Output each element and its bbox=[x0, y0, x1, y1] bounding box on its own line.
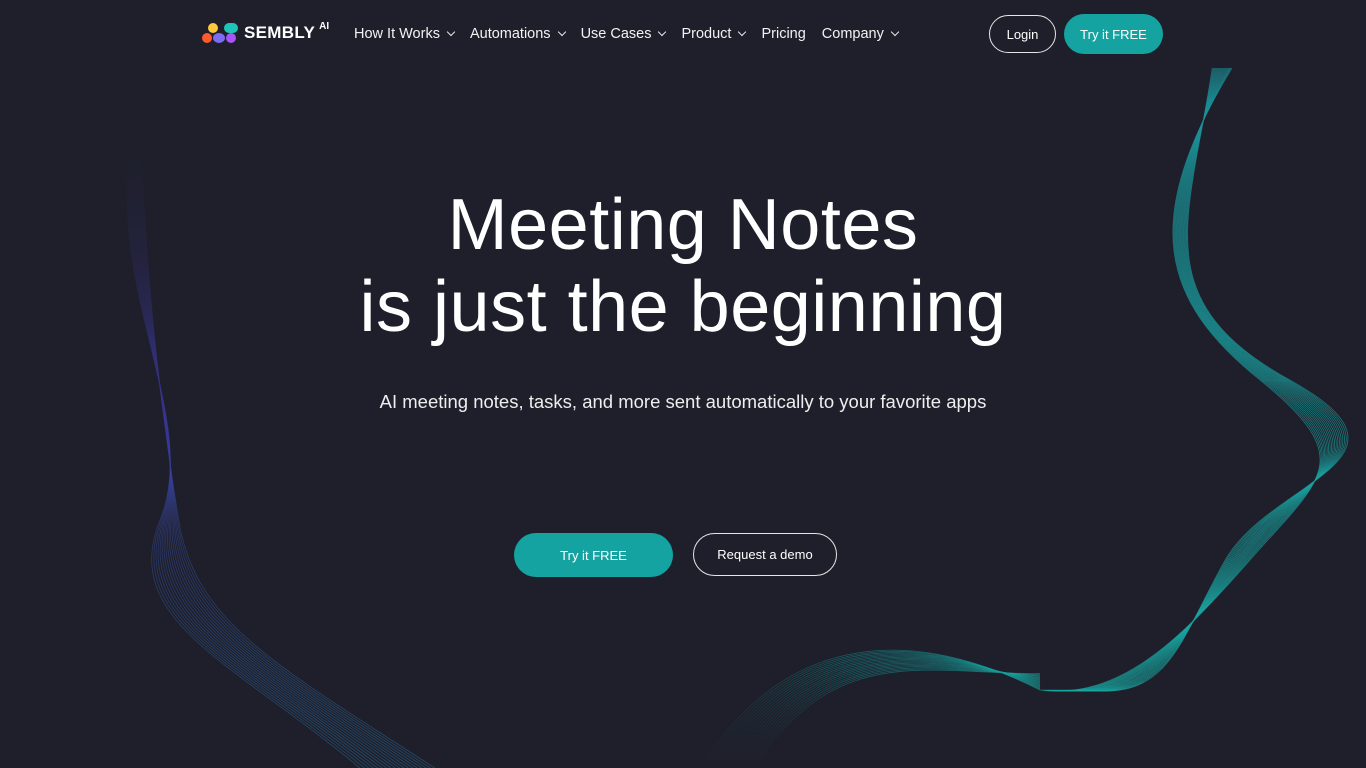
nav-item-label: Use Cases bbox=[580, 26, 652, 42]
chevron-down-icon bbox=[446, 27, 456, 37]
sembly-logo-icon bbox=[202, 20, 240, 46]
try-free-header-button[interactable]: Try it FREE bbox=[1064, 14, 1163, 54]
nav-item-pricing[interactable]: Pricing bbox=[761, 26, 805, 42]
chevron-down-icon bbox=[890, 27, 900, 37]
nav-item-use-cases[interactable]: Use Cases bbox=[580, 26, 667, 42]
nav-item-label: Product bbox=[681, 26, 732, 42]
try-free-hero-button[interactable]: Try it FREE bbox=[514, 533, 673, 577]
hero-title: Meeting Notes is just the beginning bbox=[0, 184, 1366, 348]
nav-item-how-it-works[interactable]: How It Works bbox=[354, 26, 456, 42]
bottom-wave-bundle bbox=[699, 649, 1041, 768]
nav-item-label: Automations bbox=[469, 26, 551, 42]
hero-title-line-1: Meeting Notes bbox=[447, 185, 919, 265]
nav-item-label: How It Works bbox=[354, 26, 440, 42]
nav-item-automations[interactable]: Automations bbox=[469, 26, 566, 42]
hero-title-line-2: is just the beginning bbox=[359, 267, 1007, 347]
brand-logo[interactable]: SEMBLY AI bbox=[202, 20, 329, 46]
nav-item-product[interactable]: Product bbox=[681, 26, 747, 42]
site-header: SEMBLY AI How It Works Automations Use C… bbox=[0, 0, 1366, 68]
chevron-down-icon bbox=[557, 27, 566, 37]
chevron-down-icon bbox=[738, 27, 747, 37]
brand-name: SEMBLY bbox=[244, 23, 316, 42]
chevron-down-icon bbox=[658, 27, 667, 37]
request-demo-button[interactable]: Request a demo bbox=[693, 533, 837, 576]
main-nav: How It Works Automations Use Cases Produ… bbox=[354, 24, 914, 44]
nav-item-label: Company bbox=[821, 26, 884, 42]
login-button[interactable]: Login bbox=[989, 15, 1056, 53]
nav-item-label: Pricing bbox=[761, 26, 806, 42]
right-wave-bundle bbox=[1039, 67, 1349, 692]
decorative-waves bbox=[126, 67, 1349, 768]
landing-page: SEMBLY AI How It Works Automations Use C… bbox=[0, 0, 1366, 768]
hero-subtitle: AI meeting notes, tasks, and more sent a… bbox=[379, 391, 987, 412]
nav-item-company[interactable]: Company bbox=[821, 26, 900, 42]
brand-suffix: AI bbox=[319, 20, 330, 32]
